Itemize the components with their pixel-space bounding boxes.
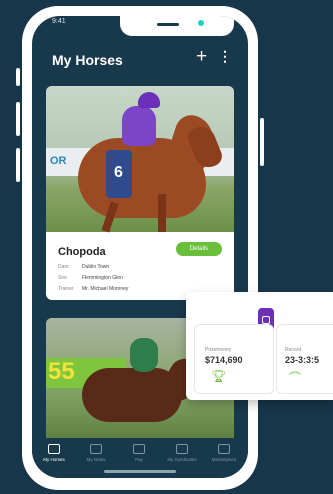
phone-notch (120, 16, 234, 36)
horse-name: Chopoda (58, 246, 106, 258)
record-value: 23-3:3:5 (285, 355, 320, 365)
camera-dot (198, 20, 204, 26)
info-row-trainer: Trainer Mr. Michael Moroney (58, 286, 128, 292)
phone-side-button-3 (16, 148, 20, 182)
tab-marketplace[interactable]: Marketplace (204, 444, 244, 462)
saddle-cloth: 6 (106, 150, 132, 198)
prizemoney-box: Prizemoney $714,690 🏆︎ (194, 324, 274, 394)
horseshoe-icon (48, 444, 60, 454)
info-value: Flemmington Glen (82, 275, 123, 281)
trophy-icon: 🏆︎ (211, 369, 227, 383)
info-value: Mr. Michael Moroney (82, 286, 129, 292)
horseshoe-icon: ⌒ (289, 371, 302, 385)
tab-label: Pay (135, 457, 143, 462)
info-label: Trainer (58, 286, 74, 292)
tab-pay[interactable]: Pay (119, 444, 159, 462)
tab-my-notes[interactable]: My Notes (76, 444, 116, 462)
home-indicator (104, 470, 176, 473)
info-label: Sire (58, 275, 67, 281)
phone-side-button-1 (16, 68, 20, 86)
phone-screen: 9:41 ▪▪ ≋ ▭ My Horses + ⋮ OR 6 Chopoda D… (32, 16, 248, 478)
more-options-icon[interactable]: ⋮ (218, 48, 232, 65)
status-time: 9:41 (52, 18, 66, 25)
tab-label: My Syndicates (167, 457, 197, 462)
stats-popup-card: Prizemoney $714,690 🏆︎ Record 23-3:3:5 ⌒ (186, 292, 333, 400)
prizemoney-value: $714,690 (205, 355, 243, 365)
tab-label: My Horses (43, 457, 65, 462)
speaker-grille (157, 23, 179, 26)
saddle-number: 6 (114, 164, 123, 181)
phone-side-button-4 (260, 118, 264, 166)
tab-my-syndicates[interactable]: My Syndicates (162, 444, 202, 462)
add-horse-button[interactable]: + (196, 46, 207, 68)
prizemoney-label: Prizemoney (205, 347, 232, 353)
tab-my-horses[interactable]: My Horses (34, 444, 74, 462)
info-row-dam: Dam Dublin Town (58, 264, 109, 270)
jockey-cap (138, 92, 160, 108)
info-value: Dublin Town (82, 264, 110, 270)
info-row-sire: Sire Flemmington Glen (58, 275, 123, 281)
phone-side-button-2 (16, 102, 20, 136)
notes-icon (90, 444, 102, 454)
details-button[interactable]: Details (176, 242, 222, 256)
silks-emblem (262, 316, 270, 324)
tab-label: My Notes (86, 457, 106, 462)
jockey-silks (122, 106, 156, 146)
horse-card[interactable]: OR 6 Chopoda Details Dam Dublin Town Sire… (46, 86, 234, 300)
info-label: Dam (58, 264, 69, 270)
group-icon (176, 444, 188, 454)
horse-photo: OR 6 (46, 86, 234, 233)
rail-sign-text: OR (50, 155, 67, 167)
page-title: My Horses (52, 52, 123, 68)
record-box: Record 23-3:3:5 ⌒ (276, 324, 333, 394)
horse-leg (158, 194, 166, 232)
tab-label: Marketplace (211, 457, 237, 462)
record-label: Record (285, 347, 302, 353)
jockey-silks (130, 338, 158, 372)
wallet-icon (133, 444, 145, 454)
star-icon (218, 444, 230, 454)
banner-text: 55 (48, 358, 75, 385)
